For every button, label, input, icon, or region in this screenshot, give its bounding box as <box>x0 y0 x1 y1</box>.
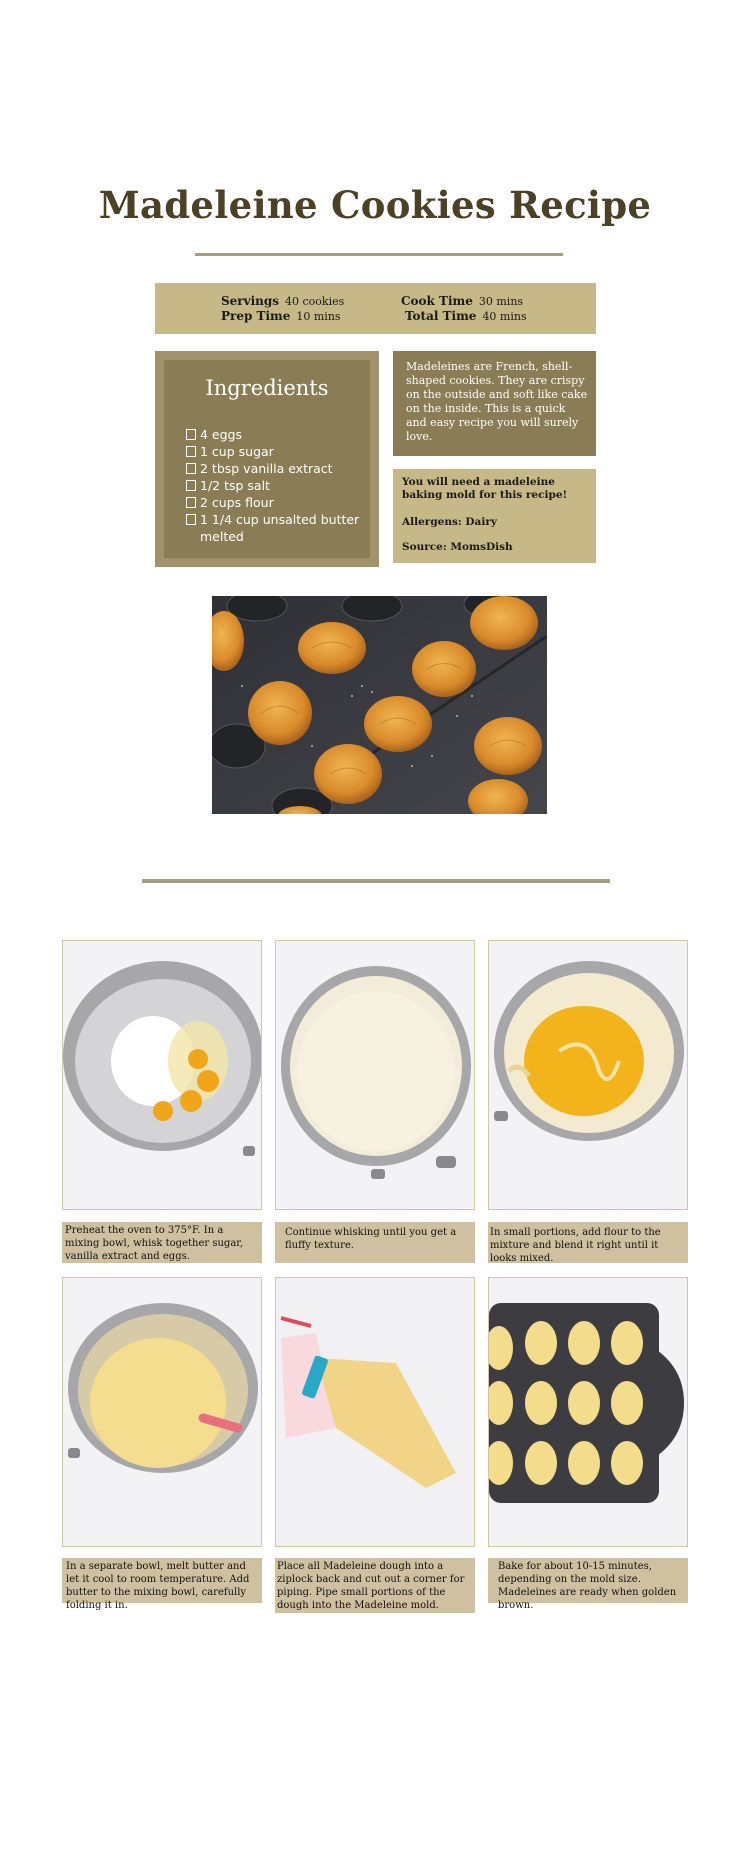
step-6-caption: Bake for about 10-15 minutes, depending … <box>488 1558 688 1611</box>
page-title: Madeleine Cookies Recipe <box>98 183 652 227</box>
checkbox-icon[interactable] <box>186 429 196 440</box>
step-2-photo <box>275 940 475 1210</box>
step-4-caption: In a separate bowl, melt butter and let … <box>62 1558 262 1611</box>
ingredient-item[interactable]: 2 cups flour <box>186 494 361 511</box>
checkbox-icon[interactable] <box>186 480 196 491</box>
step-3-caption: In small portions, add flour to the mixt… <box>488 1222 688 1264</box>
title-divider <box>195 253 563 256</box>
ingredients-list: 4 eggs 1 cup sugar 2 tbsp vanilla extrac… <box>186 426 361 545</box>
step-4-photo <box>62 1277 262 1547</box>
description-text: Madeleines are French, shell-shaped cook… <box>406 360 588 443</box>
source-note: Source: MomsDish <box>402 541 513 553</box>
notes-box: You will need a madeleine baking mold fo… <box>393 469 596 563</box>
ingredient-item[interactable]: 4 eggs <box>186 426 361 443</box>
servings: Servings 40 cookies <box>221 294 345 308</box>
ingredient-item[interactable]: 1 cup sugar <box>186 443 361 460</box>
step-6-photo <box>488 1277 688 1547</box>
checkbox-icon[interactable] <box>186 446 196 457</box>
recipe-meta-bar: Servings 40 cookies Prep Time 10 mins Cook… <box>155 283 596 334</box>
total-time: Total Time 40 mins <box>405 309 527 323</box>
checkbox-icon[interactable] <box>186 463 196 474</box>
ingredients-box: Ingredients 4 eggs 1 cup sugar 2 tbsp va… <box>155 351 379 567</box>
prep-time: Prep Time 10 mins <box>221 309 341 323</box>
step-1-photo <box>62 940 262 1210</box>
section-divider <box>142 879 610 883</box>
ingredient-item[interactable]: 1 1/4 cup unsalted butter melted <box>186 511 361 545</box>
step-2-caption: Continue whisking until you get a fluffy… <box>275 1222 475 1263</box>
checkbox-icon[interactable] <box>186 497 196 508</box>
ingredient-item[interactable]: 1/2 tsp salt <box>186 477 361 494</box>
ingredients-title: Ingredients <box>205 376 329 400</box>
mold-note: You will need a madeleine baking mold fo… <box>402 476 568 501</box>
step-1-caption: Preheat the oven to 375°F. In a mixing b… <box>62 1222 262 1263</box>
allergens-note: Allergens: Dairy <box>402 516 497 528</box>
madeleines-photo <box>212 596 547 814</box>
ingredient-item[interactable]: 2 tbsp vanilla extract <box>186 460 361 477</box>
step-5-photo <box>275 1277 475 1547</box>
step-3-photo <box>488 940 688 1210</box>
checkbox-icon[interactable] <box>186 514 196 525</box>
step-5-caption: Place all Madeleine dough into a ziplock… <box>275 1558 475 1613</box>
cook-time: Cook Time 30 mins <box>401 294 524 308</box>
description-box: Madeleines are French, shell-shaped cook… <box>393 351 596 456</box>
